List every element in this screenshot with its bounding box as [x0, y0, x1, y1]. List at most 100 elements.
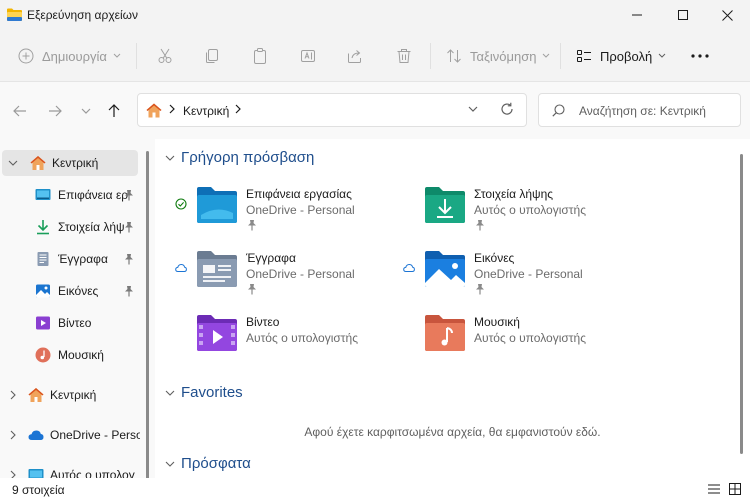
content-scrollbar[interactable]	[740, 154, 743, 454]
home-icon	[30, 156, 46, 170]
tiles-view-icon[interactable]	[729, 483, 741, 495]
close-button[interactable]	[704, 0, 750, 30]
section-title: Πρόσφατα	[181, 455, 251, 472]
chevron-down-icon[interactable]	[468, 104, 478, 114]
pin-icon[interactable]	[124, 285, 134, 297]
chevron-right-icon[interactable]	[9, 470, 17, 478]
chevron-down-icon	[165, 390, 175, 396]
new-button[interactable]: Δημιουργία	[18, 30, 121, 82]
delete-button[interactable]	[396, 30, 412, 82]
trash-icon	[397, 49, 411, 63]
search-placeholder: Αναζήτηση σε: Κεντρική	[579, 104, 706, 118]
chevron-down-icon	[165, 461, 175, 467]
view-label: Προβολή	[600, 48, 653, 64]
sidebar-item-onedrive[interactable]: OneDrive - Perso	[0, 422, 140, 448]
item-location: Αυτός ο υπολογιστής	[474, 203, 586, 217]
minimize-icon	[632, 14, 642, 16]
pc-icon	[28, 469, 44, 478]
quick-access-item[interactable]: Έγγραφα OneDrive - Personal	[175, 247, 395, 307]
forward-button[interactable]	[44, 100, 66, 122]
view-list-icon	[577, 50, 591, 62]
quick-access-item[interactable]: Εικόνες OneDrive - Personal	[403, 247, 623, 307]
close-icon	[721, 9, 733, 21]
quick-access-item[interactable]: Βίντεο Αυτός ο υπολογιστής	[175, 311, 395, 371]
pin-icon	[248, 284, 256, 295]
cut-button[interactable]	[157, 30, 173, 82]
chevron-right-icon	[235, 104, 241, 114]
address-bar[interactable]: Κεντρική	[137, 93, 527, 127]
file-explorer-icon	[7, 8, 22, 21]
breadcrumb-item[interactable]: Κεντρική	[183, 104, 229, 118]
up-button[interactable]	[103, 100, 125, 122]
more-options-button[interactable]	[690, 30, 710, 82]
download-icon	[37, 220, 49, 235]
maximize-button[interactable]	[660, 0, 706, 30]
minimize-button[interactable]	[614, 0, 660, 30]
sidebar-item-home-group[interactable]: Κεντρική	[0, 382, 140, 408]
refresh-icon[interactable]	[500, 102, 514, 116]
sidebar-item-downloads[interactable]: Στοιχεία λήψ	[0, 214, 140, 240]
view-button[interactable]: Προβολή	[576, 30, 666, 82]
item-name: Μουσική	[474, 315, 520, 329]
share-button[interactable]	[347, 30, 363, 82]
search-input[interactable]: Αναζήτηση σε: Κεντρική	[538, 93, 741, 127]
chevron-down-icon	[165, 155, 175, 161]
copy-icon	[206, 49, 218, 63]
paste-button[interactable]	[252, 30, 268, 82]
sidebar-item-label: Κεντρική	[50, 388, 97, 402]
recent-locations-button[interactable]	[75, 100, 97, 122]
copy-button[interactable]	[204, 30, 220, 82]
details-view-icon[interactable]	[707, 483, 721, 495]
sort-icon	[447, 49, 461, 63]
chevron-down-icon	[113, 53, 121, 58]
quick-access-item[interactable]: Μουσική Αυτός ο υπολογιστής	[403, 311, 623, 371]
sidebar-item-this-pc[interactable]: Αυτός ο υπολογ	[0, 462, 140, 478]
section-quick-access[interactable]: Γρήγορη πρόσβαση	[165, 149, 314, 166]
sidebar-scrollbar[interactable]	[146, 151, 149, 478]
chevron-right-icon[interactable]	[9, 430, 17, 440]
section-favorites[interactable]: Favorites	[165, 384, 243, 401]
item-location: OneDrive - Personal	[474, 267, 583, 281]
arrow-left-icon	[13, 105, 26, 117]
sidebar-item-music[interactable]: Μουσική	[0, 342, 140, 368]
sort-label: Ταξινόμηση	[470, 48, 537, 64]
quick-access-item[interactable]: Επιφάνεια εργασίας OneDrive - Personal	[175, 183, 395, 243]
desktop-icon	[35, 189, 51, 200]
music-icon	[35, 347, 51, 363]
cloud-status-icon	[175, 263, 187, 272]
item-location: OneDrive - Personal	[246, 267, 355, 281]
section-recent[interactable]: Πρόσφατα	[165, 455, 251, 472]
cloud-icon	[28, 430, 44, 440]
sidebar-item-home[interactable]: Κεντρική	[2, 150, 138, 176]
sidebar-item-documents[interactable]: Έγγραφα	[0, 246, 140, 272]
favorites-empty-message: Αφού έχετε καρφιτσωμένα αρχεία, θα εμφαν…	[304, 425, 601, 439]
pin-icon[interactable]	[124, 253, 134, 265]
item-location: Αυτός ο υπολογιστής	[246, 331, 358, 345]
section-title: Favorites	[181, 384, 243, 401]
sidebar-item-pictures[interactable]: Εικόνες	[0, 278, 140, 304]
arrow-up-icon	[108, 104, 120, 117]
back-button[interactable]	[9, 100, 31, 122]
item-location: OneDrive - Personal	[246, 203, 355, 217]
item-name: Έγγραφα	[246, 251, 296, 265]
arrow-right-icon	[49, 105, 62, 117]
sidebar-item-desktop[interactable]: Επιφάνεια ερ	[0, 182, 140, 208]
chevron-right-icon[interactable]	[9, 390, 17, 400]
pin-icon	[476, 284, 484, 295]
sidebar-item-label: Μουσική	[58, 348, 104, 362]
item-name: Στοιχεία λήψης	[474, 187, 554, 201]
share-icon	[348, 50, 361, 63]
home-icon	[146, 103, 162, 118]
pin-icon[interactable]	[124, 221, 134, 233]
title-bar: Εξερεύνηση αρχείων	[0, 0, 750, 30]
synced-check-icon	[175, 198, 187, 210]
quick-access-item[interactable]: Στοιχεία λήψης Αυτός ο υπολογιστής	[403, 183, 623, 243]
toolbar-separator	[560, 43, 561, 69]
navigation-pane: Κεντρική Επιφάνεια ερ Στοιχεία λήψ Έγγρα…	[0, 139, 155, 478]
videos-icon	[36, 316, 50, 330]
rename-button[interactable]	[300, 30, 316, 82]
pin-icon[interactable]	[124, 189, 134, 201]
rename-icon	[301, 50, 315, 62]
sidebar-item-videos[interactable]: Βίντεο	[0, 310, 140, 336]
sort-button[interactable]: Ταξινόμηση	[446, 30, 550, 82]
